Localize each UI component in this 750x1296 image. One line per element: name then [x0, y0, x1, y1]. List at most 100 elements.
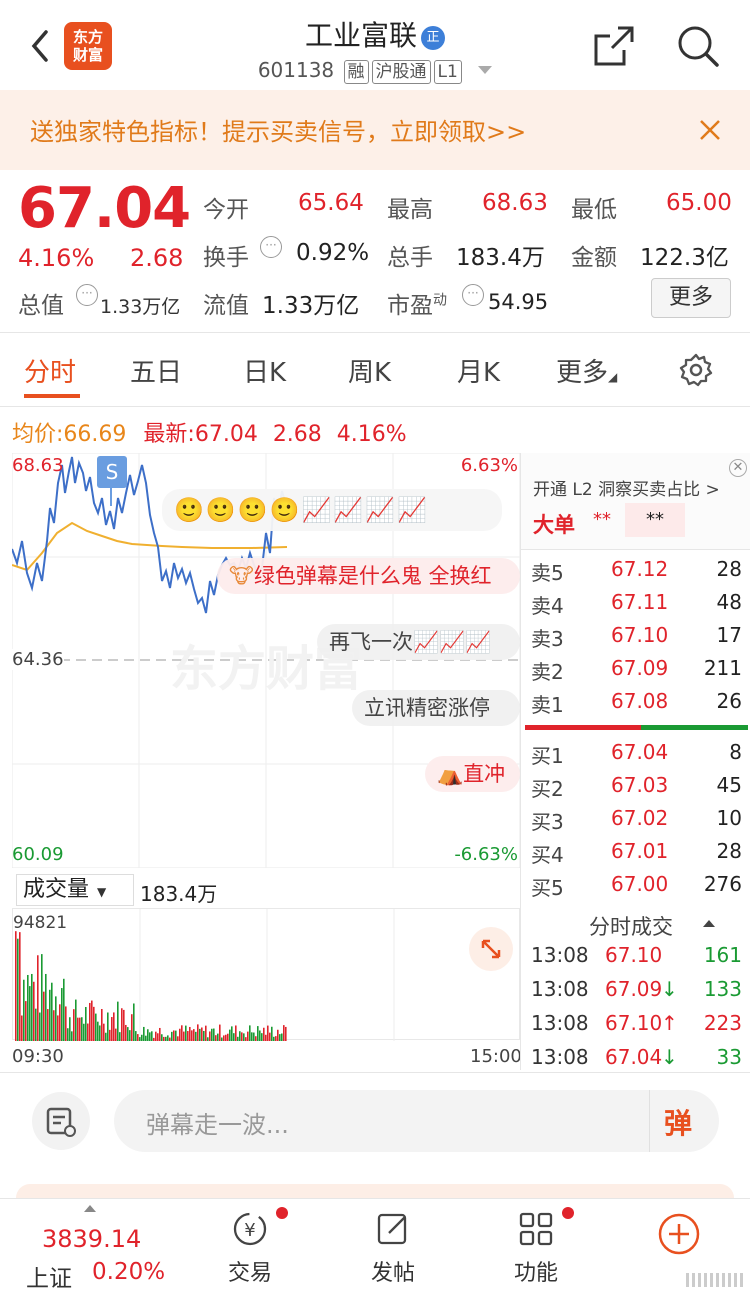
- tick-arrow: ↓: [661, 977, 678, 1001]
- promo-banner[interactable]: 送独家特色指标！提示买卖信号，立即领取>>: [0, 90, 750, 170]
- close-icon[interactable]: ✕: [729, 459, 747, 477]
- danmu-settings-button[interactable]: [32, 1092, 90, 1150]
- search-icon[interactable]: [676, 24, 720, 68]
- ask-row[interactable]: 卖2 67.09 211: [521, 656, 750, 686]
- index-name[interactable]: 上证: [26, 1259, 72, 1293]
- intraday-chart[interactable]: 东方财富 68.63 64.36 60.09 6.63% -6.63% S 🙂🙂…: [12, 453, 520, 868]
- tab-intraday[interactable]: 分时: [24, 352, 76, 389]
- nav-functions-label: 功能: [513, 1261, 558, 1286]
- buy-sell-bar-green: [641, 725, 748, 730]
- add-icon[interactable]: [656, 1211, 702, 1257]
- ask-row[interactable]: 卖3 67.10 17: [521, 623, 750, 653]
- change-percent: 4.16%: [18, 244, 95, 272]
- turnover-label: 换手: [203, 245, 249, 271]
- volume-bar: [205, 1025, 207, 1041]
- volume-bar: [143, 1026, 145, 1041]
- volume-bar: [281, 1033, 283, 1041]
- vol-value: 183.4万: [140, 882, 218, 906]
- ticks-title[interactable]: 分时成交: [589, 911, 673, 941]
- volume-indicator-dropdown[interactable]: 成交量 ▼: [16, 874, 134, 906]
- danmu-bubble[interactable]: 再飞一次📈📈📈: [317, 624, 520, 660]
- volume-bar: [165, 1036, 167, 1041]
- send-danmu-button[interactable]: 弹: [664, 1102, 692, 1142]
- tick-volume: 223: [703, 1011, 742, 1035]
- amount-label: 金额: [571, 245, 617, 271]
- volume-bar: [285, 1026, 287, 1041]
- tick-price: 67.10: [605, 1011, 663, 1035]
- ask-row[interactable]: 卖5 67.12 28: [521, 557, 750, 587]
- index-pct[interactable]: 0.20%: [92, 1259, 165, 1285]
- bid-row[interactable]: 买2 67.03 45: [521, 773, 750, 803]
- sell-signal-marker[interactable]: S: [97, 456, 127, 488]
- volume-bar: [265, 1034, 267, 1041]
- buy-sell-bar-red: [525, 725, 641, 730]
- volume-bar: [229, 1029, 231, 1041]
- danmu-emoji-bubble[interactable]: 🙂🙂🙂🙂📈📈📈📈: [162, 489, 502, 531]
- tick-volume: 33: [716, 1045, 742, 1069]
- bid-price: 67.02: [611, 806, 669, 830]
- nav-trade[interactable]: ¥ 交易: [200, 1209, 300, 1287]
- volume-bar: [147, 1029, 149, 1041]
- danmu-bubble[interactable]: ⛺直冲: [425, 756, 520, 792]
- tab-monthly-k[interactable]: 月K: [457, 352, 500, 389]
- pe-label-text: 市盈: [387, 293, 433, 319]
- tab-daily-k[interactable]: 日K: [243, 352, 286, 389]
- more-button[interactable]: 更多: [651, 278, 731, 318]
- ask-volume: 26: [716, 689, 742, 713]
- tick-arrow: ↓: [661, 1045, 678, 1069]
- danmu-bubble[interactable]: 🐮绿色弹幕是什么鬼 全换红: [217, 558, 520, 594]
- danmu-input[interactable]: 弹幕走一波... 弹: [114, 1090, 719, 1152]
- bid-row[interactable]: 买3 67.02 10: [521, 806, 750, 836]
- volume-bar: [97, 1021, 99, 1041]
- index-value[interactable]: 3839.14: [42, 1225, 141, 1253]
- volume-bar: [69, 1017, 71, 1041]
- tab-five-day[interactable]: 五日: [130, 352, 182, 389]
- info-icon[interactable]: ···: [76, 284, 98, 306]
- bid-row[interactable]: 买4 67.01 28: [521, 839, 750, 869]
- level-dropdown-icon[interactable]: [478, 66, 493, 74]
- volume-bar: [133, 1003, 135, 1041]
- time-start-label: 09:30: [12, 1046, 64, 1067]
- latest-label: 最新:: [143, 422, 195, 447]
- volume-bar: [181, 1025, 183, 1041]
- signal-stem: [110, 488, 112, 506]
- bid-row[interactable]: 买1 67.04 8: [521, 740, 750, 770]
- danmu-placeholder[interactable]: 弹幕走一波...: [146, 1105, 289, 1140]
- volume-bar: [99, 1025, 101, 1041]
- bid-volume: 276: [703, 872, 742, 896]
- volume-bar: [213, 1028, 215, 1041]
- danmu-bubble[interactable]: 立讯精密涨停: [352, 690, 520, 726]
- volume-bar: [227, 1033, 229, 1041]
- expand-icon[interactable]: [469, 927, 513, 971]
- volume-bar: [189, 1026, 191, 1041]
- nav-post[interactable]: 发帖: [343, 1209, 443, 1287]
- svg-text:¥: ¥: [244, 1220, 255, 1241]
- nav-functions[interactable]: 功能: [486, 1209, 586, 1287]
- avg-value: 66.69: [63, 422, 127, 447]
- bid-row[interactable]: 买5 67.00 276: [521, 872, 750, 902]
- danmu-text: 立讯精密涨停: [364, 696, 490, 720]
- ask-row[interactable]: 卖1 67.08 26: [521, 689, 750, 719]
- tab-more[interactable]: 更多◢: [556, 352, 617, 389]
- volume-bar: [221, 1037, 223, 1041]
- tab-weekly-k[interactable]: 周K: [348, 352, 391, 389]
- volume-bar: [275, 1036, 277, 1041]
- caret-up-icon: [84, 1205, 96, 1212]
- volume-bar: [253, 1032, 255, 1041]
- l2-promo-text[interactable]: 开通 L2 洞察买卖占比 >: [533, 475, 720, 500]
- banner-text[interactable]: 送独家特色指标！提示买卖信号，立即领取>>: [30, 112, 526, 147]
- info-icon[interactable]: ···: [462, 284, 484, 306]
- close-icon[interactable]: [698, 118, 722, 142]
- volume-bar: [27, 974, 29, 1041]
- latest-pct: 4.16%: [336, 422, 407, 447]
- volume-bar: [149, 1032, 151, 1041]
- ask-volume: 28: [716, 557, 742, 581]
- pe-label: 市盈动: [387, 286, 447, 320]
- info-icon[interactable]: ···: [260, 236, 282, 258]
- volume-bar: [135, 1031, 137, 1041]
- share-icon[interactable]: [592, 24, 636, 68]
- ask-row[interactable]: 卖4 67.11 48: [521, 590, 750, 620]
- tick-volume: 161: [703, 943, 742, 967]
- settings-icon[interactable]: [678, 352, 714, 388]
- bid-level-label: 买2: [531, 777, 564, 801]
